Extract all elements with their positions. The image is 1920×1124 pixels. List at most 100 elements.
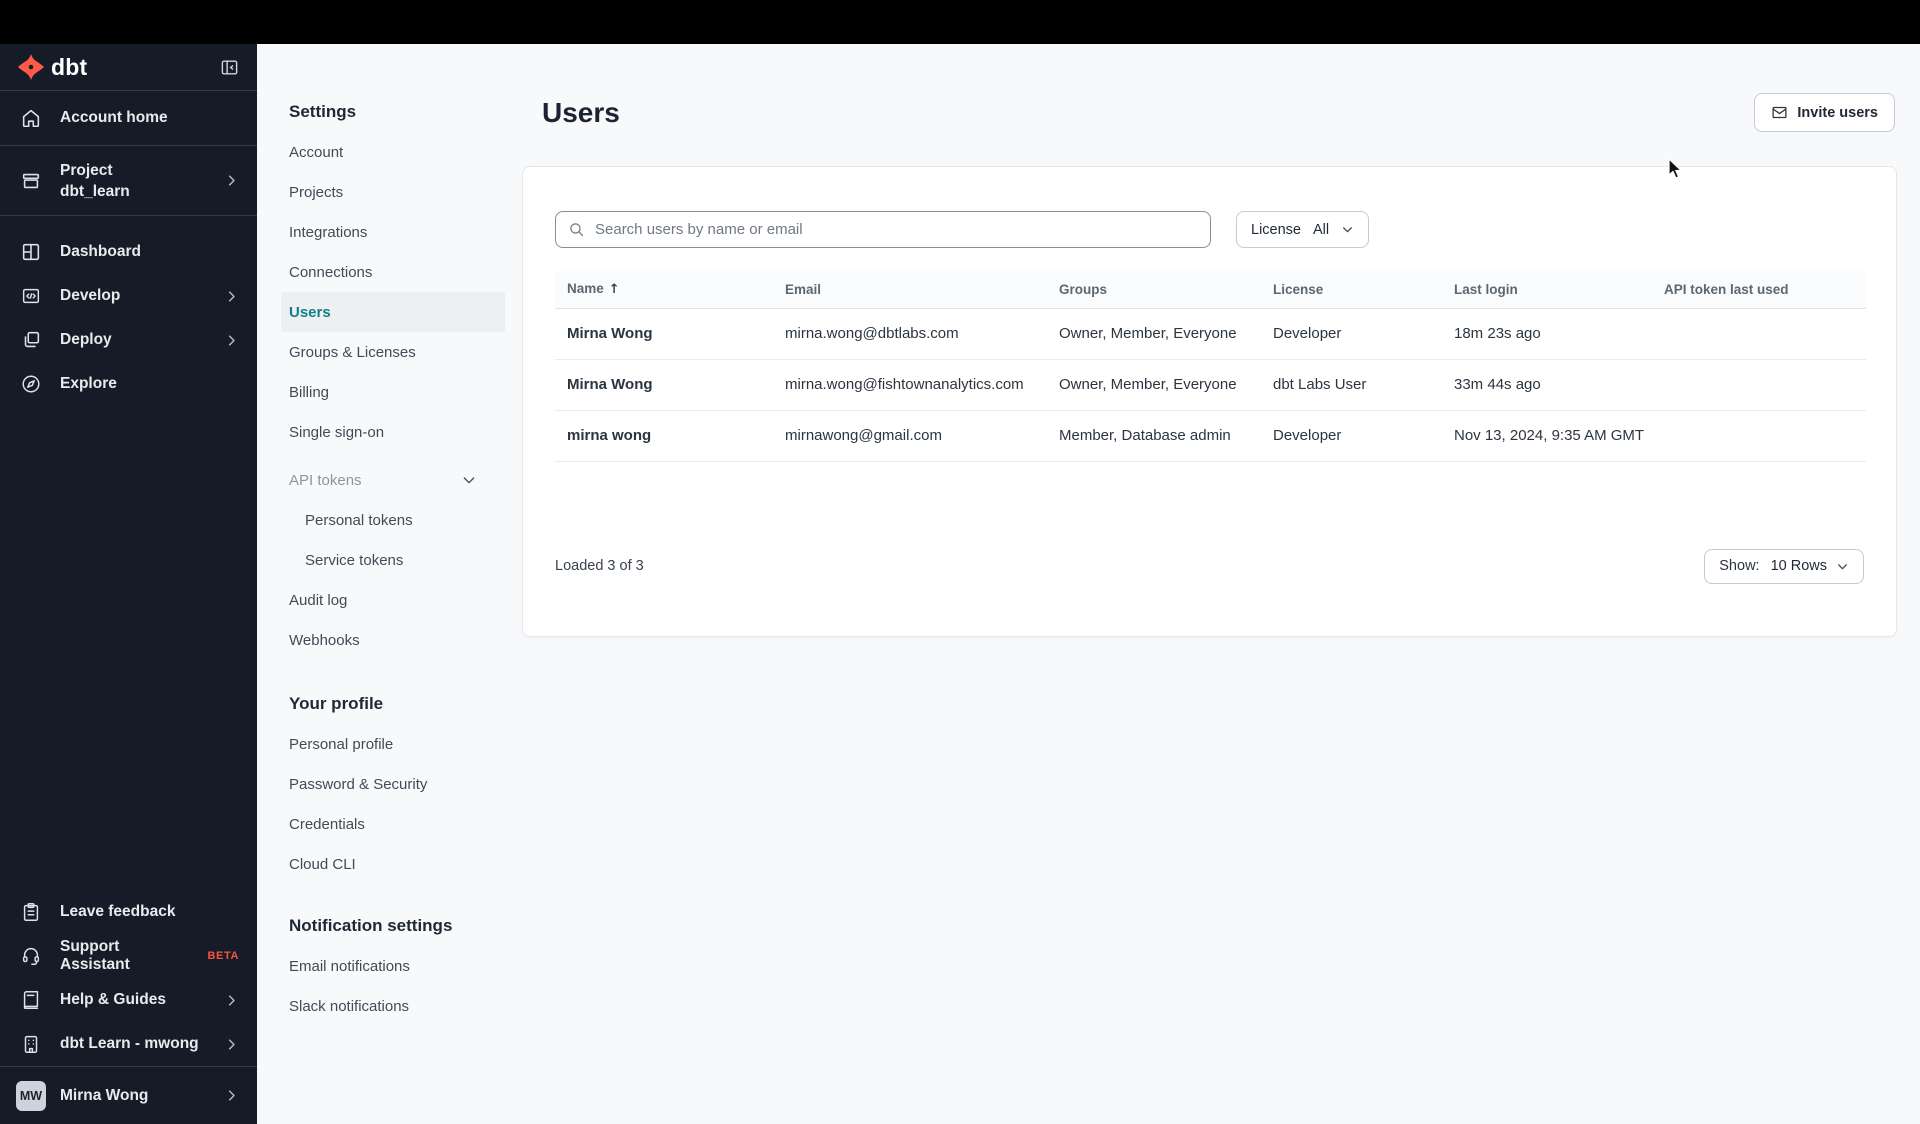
settings-nav-item-personal-tokens[interactable]: Personal tokens (289, 500, 505, 540)
cell-groups: Owner, Member, Everyone (1047, 308, 1261, 360)
envelope-icon (1772, 106, 1787, 119)
deploy-squares-icon (20, 329, 42, 351)
sidebar-item-dashboard[interactable]: Dashboard (0, 230, 257, 274)
profile-nav-heading: Your profile (289, 694, 384, 713)
sidebar-project-name: dbt_learn (60, 182, 130, 200)
user-search (555, 211, 1211, 248)
settings-nav-item-slack-notifications[interactable]: Slack notifications (289, 986, 505, 1026)
users-table: Name ↑ Email Groups License Last login AP… (555, 271, 1866, 462)
cell-license: dbt Labs User (1261, 359, 1442, 411)
cell-license: Developer (1261, 308, 1442, 360)
clipboard-icon (20, 901, 42, 923)
column-header-last-login[interactable]: Last login (1442, 271, 1652, 309)
sidebar-item-label: Dashboard (60, 243, 141, 260)
sidebar-item-label: dbt Learn - mwong (60, 1035, 199, 1052)
dbt-logo-icon (18, 54, 44, 80)
sidebar-item-account-home[interactable]: Account home (0, 91, 257, 146)
avatar: MW (16, 1080, 46, 1111)
dbt-logo: dbt (18, 54, 87, 81)
chevron-right-icon (224, 173, 239, 188)
settings-nav-item-password-security[interactable]: Password & Security (289, 764, 505, 804)
cell-last-login: Nov 13, 2024, 9:35 AM GMT (1442, 410, 1652, 462)
compass-icon (20, 373, 42, 395)
app-sidebar: dbt Account home Project dbt_learn Dashb… (0, 44, 257, 1124)
table-header-row: Name ↑ Email Groups License Last login AP… (555, 271, 1866, 309)
settings-nav-heading: Settings (289, 102, 357, 121)
code-window-icon (20, 285, 42, 307)
column-header-groups[interactable]: Groups (1047, 271, 1261, 309)
sidebar-item-project[interactable]: Project dbt_learn (0, 146, 257, 216)
sidebar-item-label: Support Assistant (60, 938, 130, 973)
chevron-right-icon (224, 289, 239, 304)
cell-last-login: 18m 23s ago (1442, 308, 1652, 360)
cell-email: mirnawong@gmail.com (773, 410, 1047, 462)
cell-groups: Member, Database admin (1047, 410, 1261, 462)
users-card: License All Name↑ Email Groups License L… (522, 166, 1897, 637)
sidebar-item-develop[interactable]: Develop (0, 274, 257, 318)
sidebar-item-leave-feedback[interactable]: Leave feedback (0, 890, 257, 934)
column-header-api-token-last-used[interactable]: API token last used (1652, 271, 1866, 309)
sidebar-project-label: Project (60, 161, 113, 179)
collapse-sidebar-icon[interactable] (220, 58, 239, 77)
settings-nav-item-connections[interactable]: Connections (289, 252, 505, 292)
cell-api-token (1652, 308, 1866, 360)
sidebar-item-support-assistant[interactable]: Support Assistant BETA (0, 934, 257, 978)
settings-nav-item-personal-profile[interactable]: Personal profile (289, 724, 505, 764)
settings-nav-item-webhooks[interactable]: Webhooks (289, 620, 505, 660)
search-input[interactable] (595, 221, 1198, 238)
settings-nav-item-users[interactable]: Users (281, 292, 517, 332)
settings-nav-item-cloud-cli[interactable]: Cloud CLI (289, 844, 505, 884)
sidebar-item-label: Explore (60, 375, 117, 392)
settings-nav-item-billing[interactable]: Billing (289, 372, 505, 412)
table-row[interactable]: Mirna Wong mirna.wong@dbtlabs.com Owner,… (555, 308, 1866, 360)
sidebar-item-label: Leave feedback (60, 903, 176, 920)
settings-nav-item-single-sign-on[interactable]: Single sign-on (289, 412, 505, 452)
sidebar-item-deploy[interactable]: Deploy (0, 318, 257, 362)
cell-last-login: 33m 44s ago (1442, 359, 1652, 411)
table-row[interactable]: mirna wong mirnawong@gmail.com Member, D… (555, 410, 1866, 462)
license-filter-label: License (1251, 221, 1301, 238)
settings-nav: Settings Account Projects Integrations C… (257, 44, 517, 1124)
column-header-name[interactable]: Name ↑ (555, 271, 773, 309)
settings-nav-item-integrations[interactable]: Integrations (289, 212, 505, 252)
headset-icon (20, 945, 42, 967)
sidebar-user-menu[interactable]: MW Mirna Wong (0, 1066, 257, 1124)
cell-name: Mirna Wong (555, 308, 773, 360)
cell-groups: Owner, Member, Everyone (1047, 359, 1261, 411)
settings-nav-item-email-notifications[interactable]: Email notifications (289, 946, 505, 986)
column-header-email[interactable]: Email (773, 271, 1047, 309)
sidebar-item-account-switcher[interactable]: dbt Learn - mwong (0, 1022, 257, 1066)
chevron-right-icon (224, 993, 239, 1008)
license-filter-value: All (1312, 221, 1330, 238)
settings-nav-item-groups-licenses[interactable]: Groups & Licenses (289, 332, 505, 372)
rows-per-page-dropdown[interactable]: Show: 10 Rows (1704, 548, 1864, 584)
settings-nav-item-credentials[interactable]: Credentials (289, 804, 505, 844)
notification-nav-heading: Notification settings (289, 916, 453, 935)
settings-nav-item-api-tokens[interactable]: API tokens (289, 460, 505, 500)
cell-api-token (1652, 410, 1866, 462)
column-header-license[interactable]: License (1261, 271, 1442, 309)
sidebar-item-label: Account home (60, 109, 168, 126)
book-icon (20, 989, 42, 1011)
settings-nav-item-service-tokens[interactable]: Service tokens (289, 540, 505, 580)
settings-nav-item-account[interactable]: Account (289, 132, 505, 172)
sidebar-item-help-guides[interactable]: Help & Guides (0, 978, 257, 1022)
sidebar-item-label: Deploy (60, 331, 112, 348)
cell-api-token (1652, 359, 1866, 411)
sidebar-item-label: Develop (60, 287, 121, 304)
chevron-right-icon (224, 1088, 239, 1103)
settings-nav-item-projects[interactable]: Projects (289, 172, 505, 212)
beta-badge: BETA (207, 950, 239, 962)
top-black-bar (0, 0, 1920, 44)
user-name: Mirna Wong (60, 1086, 149, 1104)
license-filter-dropdown[interactable]: License All (1236, 211, 1370, 248)
invite-users-button[interactable]: Invite users (1754, 93, 1895, 132)
chevron-right-icon (224, 1037, 239, 1052)
cell-name: Mirna Wong (555, 359, 773, 411)
page-title: Users (542, 96, 620, 128)
sidebar-item-explore[interactable]: Explore (0, 362, 257, 406)
table-row[interactable]: Mirna Wong mirna.wong@fishtownanalytics.… (555, 359, 1866, 411)
settings-nav-item-audit-log[interactable]: Audit log (289, 580, 505, 620)
chevron-right-icon (224, 333, 239, 348)
sort-ascending-icon: ↑ (608, 282, 620, 298)
